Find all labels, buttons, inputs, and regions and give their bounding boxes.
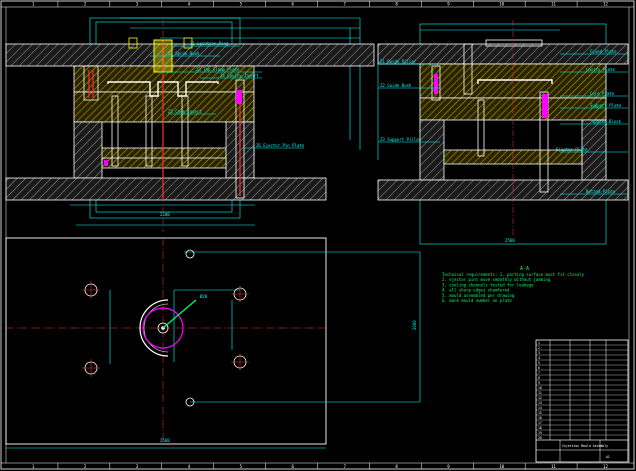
grid-number-top: 5 [240,2,243,7]
grid-number-bottom: 5 [240,464,243,469]
title-block-title: Injection Mould Assembly [562,444,608,448]
grid-number-top: 2 [84,2,87,7]
dim-plate-width: 2560 [160,438,170,443]
tech-note-line: 6. mark mould number on plate [442,298,512,303]
front-section-view: Z1 Location Ring Z2 Sprue Bush Z3 Top Clam… [5,17,375,232]
plan-view: Ø20 2560 2000 [5,237,421,449]
callout-label: Z3 Top Clamp Plate [196,67,240,72]
callout-label: Ejector Plate [556,147,588,152]
grid-number-bottom: 7 [343,464,346,469]
callout-label: Cavity Plate [586,67,615,72]
title-block-row: 6 [538,366,540,370]
callout-label: Z1 Guide Pillar [380,59,417,64]
grid-number-top: 4 [188,2,191,7]
title-block-sheet: A1 [606,455,610,459]
title-block-row: 10 [538,386,542,390]
grid-number-bottom: 1 [32,464,35,469]
callout-label: Z1 Location Ring [190,41,229,46]
callout-label: Core Plate [590,91,615,96]
grid-number-bottom: 3 [136,464,139,469]
title-block-row: 18 [538,426,542,430]
grid-number-top: 7 [343,2,346,7]
grid-number-bottom: 4 [188,464,191,469]
title-block-row: 13 [538,401,542,405]
title-block-row: 11 [538,391,542,395]
callout-label: Z6 Ejector Pin Plate [256,143,305,148]
callout-label: Z5 Core Insert [168,109,202,114]
title-block-row: 7 [538,371,540,375]
grid-number-top: 10 [499,2,504,7]
callout-label: Spacer Block [592,119,621,124]
title-block-row: 14 [538,406,542,410]
title-block-row: 2 [538,346,540,350]
grid-number-top: 12 [603,2,608,7]
grid-number-top: 9 [447,2,450,7]
side-section-view: Z1 Guide Pillar Z2 Guide Bush Z3 Support P… [377,20,629,245]
grid-number-bottom: 9 [447,464,450,469]
title-block-row: 4 [538,356,540,360]
plate-outline [5,237,327,445]
title-block-row: 17 [538,421,542,425]
callout-label: Z2 Sprue Bush [168,51,200,56]
title-block-row: 1 [538,341,540,345]
title-block-row: 19 [538,431,542,435]
grid-number-top: 11 [551,2,556,7]
grid-number-bottom: 10 [499,464,504,469]
callout-label: Support Plate [590,103,622,108]
callout-label: Z4 Cavity Insert [220,73,259,78]
dim-front-width: 2200 [160,212,170,217]
grid-number-bottom: 6 [292,464,295,469]
callout-label: Fixed Plate [590,49,617,54]
dim-side-width: 2560 [505,238,515,243]
title-block-row: 8 [538,376,540,380]
title-block-row: 5 [538,361,540,365]
title-block-row: 20 [538,436,542,440]
technical-notes: Technical requirements: 1. parting surfa… [442,272,585,303]
grid-number-top: 1 [32,2,35,7]
grid-number-top: 3 [136,2,139,7]
grid-number-bottom: 8 [395,464,398,469]
callout-label: Bottom Plate [586,189,615,194]
callout-label: Z2 Guide Bush [380,83,412,88]
cad-drawing-canvas: 112233445566778899101011111212 Z1 Locati… [0,0,635,470]
title-block-row: 16 [538,416,542,420]
callout-label: Z3 Support Pillar [380,137,422,142]
title-block: 1234567891011121314151617181920 Injectio… [535,339,629,463]
title-block-row: 3 [538,351,540,355]
title-block-row: 15 [538,411,542,415]
grid-number-top: 6 [292,2,295,7]
grid-number-bottom: 11 [551,464,556,469]
grid-number-bottom: 12 [603,464,608,469]
title-block-row: 12 [538,396,542,400]
grid-number-bottom: 2 [84,464,87,469]
dim-hole: Ø20 [200,294,208,299]
grid-number-top: 8 [395,2,398,7]
title-block-row: 9 [538,381,540,385]
dim-plate-height: 2000 [412,320,417,330]
